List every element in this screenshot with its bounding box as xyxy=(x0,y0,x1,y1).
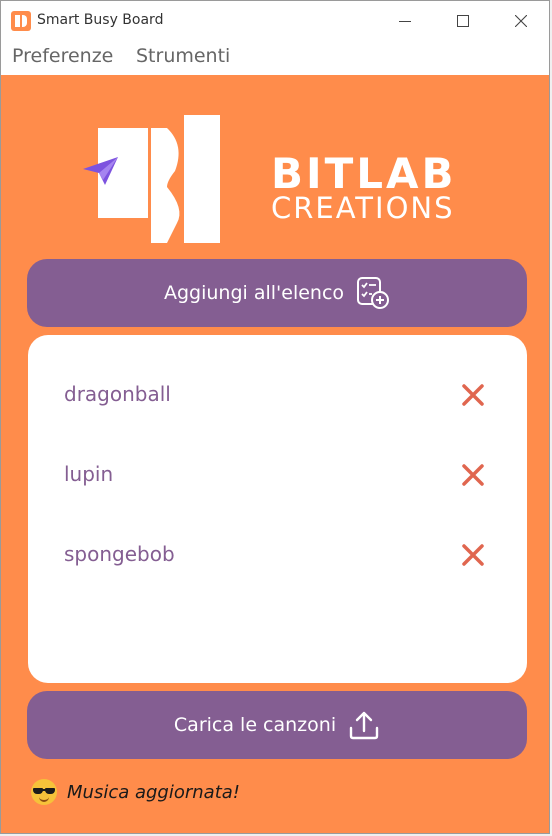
close-window-button[interactable] xyxy=(492,1,549,41)
list-item: dragonball xyxy=(64,375,504,415)
list-item-label: dragonball xyxy=(64,382,171,406)
add-to-list-button[interactable]: Aggiungi all'elenco xyxy=(27,259,527,327)
minimize-button[interactable] xyxy=(376,1,434,41)
list-item-label: spongebob xyxy=(64,542,175,566)
upload-icon xyxy=(348,709,380,741)
status-text: Musica aggiornata! xyxy=(67,781,241,803)
close-window-icon xyxy=(515,15,527,27)
logo-subtitle: CREATIONS xyxy=(271,191,455,225)
songs-list: dragonball lupin spongebob xyxy=(28,335,527,683)
window-title: Smart Busy Board xyxy=(37,12,164,28)
list-item: spongebob xyxy=(64,535,504,575)
upload-songs-label: Carica le canzoni xyxy=(173,714,337,736)
minimize-icon xyxy=(399,20,411,22)
maximize-icon xyxy=(457,15,469,27)
sunglasses-emoji-icon xyxy=(31,779,57,805)
app-window: Smart Busy Board Preferenze Strumenti BI… xyxy=(0,0,550,834)
status-message: Musica aggiornata! xyxy=(31,779,240,805)
maximize-button[interactable] xyxy=(434,1,492,41)
title-bar[interactable]: Smart Busy Board xyxy=(1,1,549,41)
add-to-list-label: Aggiungi all'elenco xyxy=(163,282,345,304)
upload-songs-button[interactable]: Carica le canzoni xyxy=(27,691,527,759)
menu-preferenze[interactable]: Preferenze xyxy=(12,45,113,67)
list-item: lupin xyxy=(64,455,504,495)
menu-strumenti[interactable]: Strumenti xyxy=(136,45,230,67)
checklist-add-icon xyxy=(356,276,390,310)
menu-bar: Preferenze Strumenti xyxy=(1,41,549,75)
close-icon[interactable] xyxy=(460,542,486,568)
close-icon[interactable] xyxy=(460,462,486,488)
close-icon[interactable] xyxy=(460,382,486,408)
app-logo-icon xyxy=(11,11,31,31)
list-item-label: lupin xyxy=(64,462,114,486)
